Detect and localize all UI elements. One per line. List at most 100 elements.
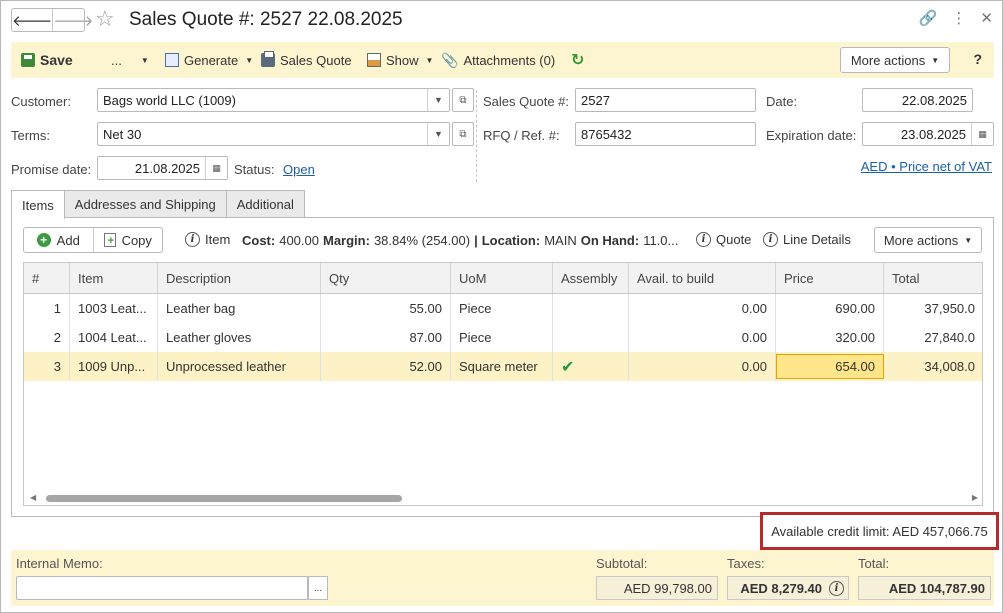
open-customer-button[interactable]: ⧉ (452, 88, 474, 112)
open-window-icon: ⧉ (459, 128, 467, 140)
cell-description[interactable]: Leather gloves (158, 323, 321, 352)
cell-price[interactable]: 320.00 (776, 323, 884, 352)
date-label: Date: (766, 94, 798, 109)
arrow-right-icon: 🡒 (53, 12, 94, 30)
cell-uom[interactable]: Piece (451, 294, 553, 323)
scrollbar-thumb[interactable] (46, 495, 402, 502)
copy-button[interactable]: Copy (92, 228, 163, 252)
terms-label: Terms: (11, 128, 50, 143)
taxes-info-icon[interactable]: i (829, 581, 844, 596)
grid-more-actions-button[interactable]: More actions ▼ (874, 227, 982, 253)
arrow-left-icon: 🡐 (12, 12, 53, 30)
col-header-num[interactable]: # (24, 263, 70, 293)
col-header-price[interactable]: Price (776, 263, 884, 293)
item-summary: Cost: 400.00 Margin: 38.84% (254.00) | L… (242, 233, 679, 248)
page-title: Sales Quote #: 2527 22.08.2025 (129, 9, 403, 30)
generate-button[interactable]: Generate ▼ (165, 42, 253, 78)
forward-button[interactable]: 🡒 (52, 9, 93, 31)
cell-total: 34,008.0 (884, 352, 982, 381)
memo-expand-button[interactable]: ... (308, 576, 328, 600)
date-field[interactable]: 22.08.2025 (862, 88, 973, 112)
taxes-label: Taxes: (727, 556, 765, 571)
internal-memo-input[interactable] (16, 576, 308, 600)
expiration-date-field[interactable]: 23.08.2025 ▦ (862, 122, 994, 146)
cell-item[interactable]: 1004 Leat... (70, 323, 158, 352)
save-icon (21, 53, 35, 67)
more-actions-button[interactable]: More actions ▼ (840, 47, 950, 73)
refresh-icon[interactable]: ↻ (571, 42, 584, 78)
col-header-qty[interactable]: Qty (321, 263, 451, 293)
add-button[interactable]: + Add (24, 228, 93, 252)
cell-description[interactable]: Unprocessed leather (158, 352, 321, 381)
customer-field[interactable]: Bags world LLC (1009) ▼ (97, 88, 450, 112)
tab-addresses-shipping[interactable]: Addresses and Shipping (63, 190, 227, 218)
rfq-field[interactable]: 8765432 (575, 122, 756, 146)
col-header-assembly[interactable]: Assembly (553, 263, 629, 293)
quote-number-label: Sales Quote #: (483, 94, 569, 109)
attachments-button[interactable]: 📎 Attachments (0) (441, 42, 555, 78)
scroll-left-icon[interactable]: ◀ (30, 493, 36, 502)
back-button[interactable]: 🡐 (12, 9, 52, 31)
sales-quote-print-button[interactable]: Sales Quote (261, 42, 352, 78)
show-button[interactable]: Show ▼ (367, 42, 433, 78)
cell-price[interactable]: 690.00 (776, 294, 884, 323)
cell-assembly[interactable]: ✔ (553, 352, 629, 381)
cell-description[interactable]: Leather bag (158, 294, 321, 323)
caret-down-icon: ▼ (140, 55, 149, 65)
terms-field[interactable]: Net 30 ▼ (97, 122, 450, 146)
quote-number-field[interactable]: 2527 (575, 88, 756, 112)
cell-price-editing[interactable]: 654.00 (776, 354, 884, 379)
open-terms-button[interactable]: ⧉ (452, 122, 474, 146)
more-commands-dropdown[interactable]: ... ▼ (111, 42, 149, 78)
kebab-menu-icon[interactable]: ⋮ (951, 9, 966, 27)
title-icons: 🔗 ⋮ ✕ (919, 9, 993, 27)
cell-assembly[interactable] (553, 294, 629, 323)
tab-strip: Items Addresses and Shipping Additional (11, 190, 305, 219)
currency-price-link[interactable]: AED • Price net of VAT (861, 159, 992, 174)
dropdown-arrow-icon[interactable]: ▼ (427, 89, 449, 111)
line-details-button[interactable]: i Line Details (763, 232, 851, 247)
caret-down-icon: ▼ (964, 235, 973, 245)
cell-qty[interactable]: 52.00 (321, 352, 451, 381)
footer-panel: Internal Memo: ... Subtotal: AED 99,798.… (11, 550, 994, 606)
tab-items[interactable]: Items (11, 190, 65, 219)
tab-additional[interactable]: Additional (225, 190, 305, 218)
total-value: AED 104,787.90 (858, 576, 991, 600)
status-link[interactable]: Open (283, 162, 315, 177)
cell-total: 37,950.0 (884, 294, 982, 323)
col-header-avail[interactable]: Avail. to build (629, 263, 776, 293)
promise-date-label: Promise date: (11, 162, 92, 177)
cell-num: 2 (24, 323, 70, 352)
calendar-icon[interactable]: ▦ (971, 123, 993, 145)
link-icon[interactable]: 🔗 (919, 9, 938, 27)
favorite-star-icon[interactable]: ☆ (95, 7, 115, 31)
table-row[interactable]: 1 1003 Leat... Leather bag 55.00 Piece 0… (24, 294, 982, 323)
cell-qty[interactable]: 55.00 (321, 294, 451, 323)
scroll-right-icon[interactable]: ▶ (972, 493, 978, 502)
cell-avail: 0.00 (629, 294, 776, 323)
close-icon[interactable]: ✕ (980, 9, 993, 27)
calendar-icon[interactable]: ▦ (205, 157, 227, 179)
cell-qty[interactable]: 87.00 (321, 323, 451, 352)
help-button[interactable]: ? (973, 51, 982, 67)
cell-item[interactable]: 1003 Leat... (70, 294, 158, 323)
cell-item[interactable]: 1009 Unp... (70, 352, 158, 381)
cell-uom[interactable]: Square meter (451, 352, 553, 381)
col-header-item[interactable]: Item (70, 263, 158, 293)
horizontal-scrollbar[interactable]: ◀ ▶ (24, 491, 982, 505)
cell-assembly[interactable] (553, 323, 629, 352)
plus-icon: + (36, 233, 51, 247)
save-button[interactable]: Save (21, 42, 73, 78)
column-divider (476, 90, 477, 182)
item-info-button[interactable]: i Item (185, 232, 230, 247)
col-header-description[interactable]: Description (158, 263, 321, 293)
col-header-total[interactable]: Total (884, 263, 982, 293)
table-row[interactable]: 2 1004 Leat... Leather gloves 87.00 Piec… (24, 323, 982, 352)
promise-date-field[interactable]: 21.08.2025 ▦ (97, 156, 228, 180)
col-header-uom[interactable]: UoM (451, 263, 553, 293)
quote-info-button[interactable]: i Quote (696, 232, 751, 247)
cell-num: 1 (24, 294, 70, 323)
cell-uom[interactable]: Piece (451, 323, 553, 352)
dropdown-arrow-icon[interactable]: ▼ (427, 123, 449, 145)
table-row-selected[interactable]: 3 1009 Unp... Unprocessed leather 52.00 … (24, 352, 982, 381)
